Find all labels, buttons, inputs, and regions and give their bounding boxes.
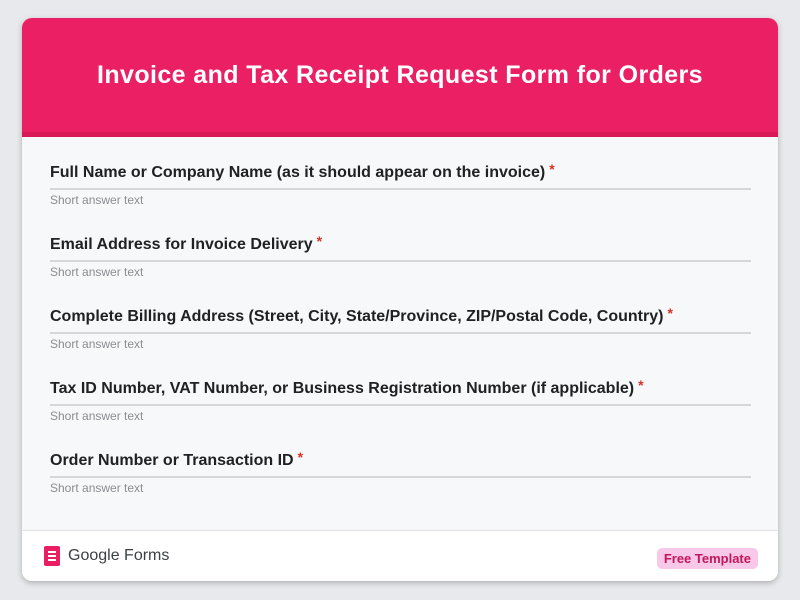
question-label: Tax ID Number, VAT Number, or Business R…	[50, 377, 644, 398]
full-name-input[interactable]	[50, 190, 751, 210]
question-full-name: Full Name or Company Name (as it should …	[50, 158, 751, 230]
question-label: Order Number or Transaction ID *	[50, 449, 303, 470]
required-asterisk: *	[297, 449, 304, 465]
question-label: Email Address for Invoice Delivery *	[50, 233, 322, 254]
form-header: Invoice and Tax Receipt Request Form for…	[22, 18, 778, 137]
question-label-text: Complete Billing Address (Street, City, …	[50, 308, 664, 325]
google-forms-brand: Google Forms	[44, 546, 169, 566]
google-forms-label: Google Forms	[68, 547, 170, 564]
form-footer: Google Forms Free Template	[22, 530, 778, 581]
form-card: Invoice and Tax Receipt Request Form for…	[22, 18, 778, 581]
question-billing-address: Complete Billing Address (Street, City, …	[50, 302, 751, 374]
question-tax-id: Tax ID Number, VAT Number, or Business R…	[50, 374, 751, 446]
form-title: Invoice and Tax Receipt Request Form for…	[97, 60, 703, 89]
google-forms-icon	[44, 546, 60, 566]
question-label-text: Email Address for Invoice Delivery	[50, 236, 313, 253]
question-order-number: Order Number or Transaction ID *	[50, 446, 751, 518]
required-asterisk: *	[667, 305, 673, 321]
question-label-text: Tax ID Number, VAT Number, or Business R…	[50, 380, 635, 397]
question-email: Email Address for Invoice Delivery *	[50, 230, 751, 302]
required-asterisk: *	[638, 377, 644, 393]
order-number-input[interactable]	[50, 478, 751, 498]
email-input[interactable]	[50, 262, 751, 282]
question-label: Complete Billing Address (Street, City, …	[50, 305, 673, 326]
billing-address-input[interactable]	[50, 334, 751, 354]
tax-id-input[interactable]	[50, 406, 751, 426]
question-label: Full Name or Company Name (as it should …	[50, 161, 555, 182]
required-asterisk: *	[549, 161, 555, 177]
free-template-badge: Free Template	[656, 548, 758, 569]
question-label-text: Full Name or Company Name (as it should …	[50, 164, 546, 181]
question-list: Full Name or Company Name (as it should …	[50, 158, 751, 518]
required-asterisk: *	[316, 233, 323, 249]
question-label-text: Order Number or Transaction ID	[50, 452, 294, 469]
